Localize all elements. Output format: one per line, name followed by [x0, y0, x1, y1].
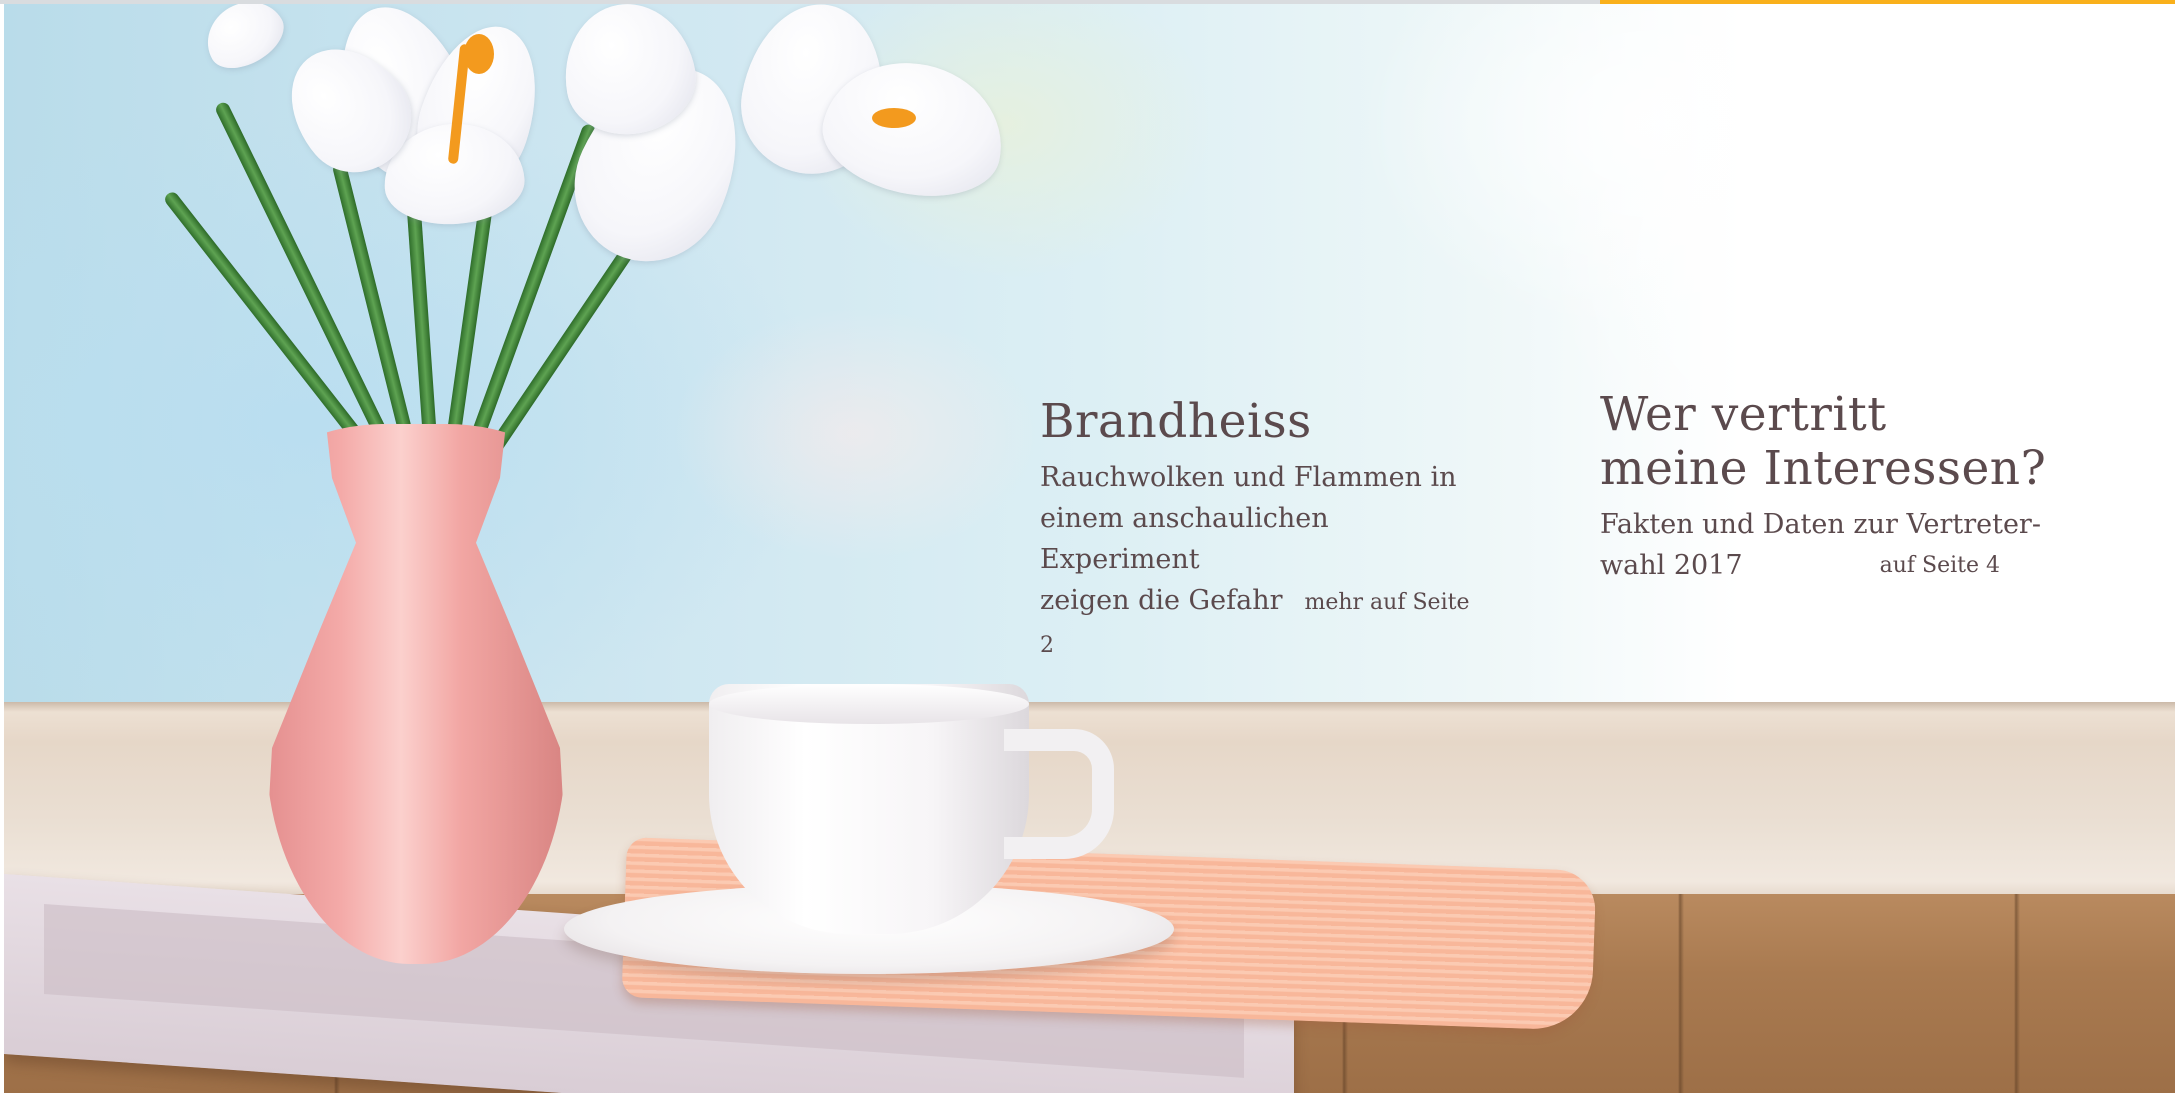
headline-line: Wer vertritt	[1600, 387, 1887, 442]
magazine-cover-page: Brandheiss Rauchwolken und Flammen in ei…	[0, 0, 2175, 1093]
article-teaser: Fakten und Daten zur Vertreter- wahl 201…	[1600, 504, 2070, 586]
headline-line: meine Interessen?	[1600, 441, 2047, 496]
flower-stamen	[464, 34, 494, 74]
page-reference-link[interactable]: auf Seite 4	[1880, 545, 2000, 586]
flower-stamen	[872, 108, 916, 128]
article-headline: Wer vertritt meine Interessen?	[1600, 388, 2070, 496]
teaser-line: Rauchwolken und Flammen in	[1040, 462, 1457, 493]
article-headline: Brandheiss	[1040, 394, 1312, 449]
teaser-line: zeigen die Gefahr	[1040, 585, 1283, 616]
teaser-line: Fakten und Daten zur Vertreter-	[1600, 509, 2041, 540]
teaser-line: wahl 2017	[1600, 550, 1743, 581]
teaser-line: einem anschaulichen Experiment	[1040, 503, 1329, 575]
teaser-article-vertreterwahl[interactable]: Wer vertritt meine Interessen? Fakten un…	[1600, 388, 2070, 586]
photo-cup-handle	[1004, 729, 1114, 859]
article-teaser: Rauchwolken und Flammen in einem anschau…	[1040, 457, 1470, 666]
photo-cup-rim	[709, 684, 1029, 724]
teaser-last-line: wahl 2017 auf Seite 4	[1600, 545, 2000, 586]
teaser-article-brandheiss[interactable]: Brandheiss Rauchwolken und Flammen in ei…	[1040, 395, 1470, 666]
